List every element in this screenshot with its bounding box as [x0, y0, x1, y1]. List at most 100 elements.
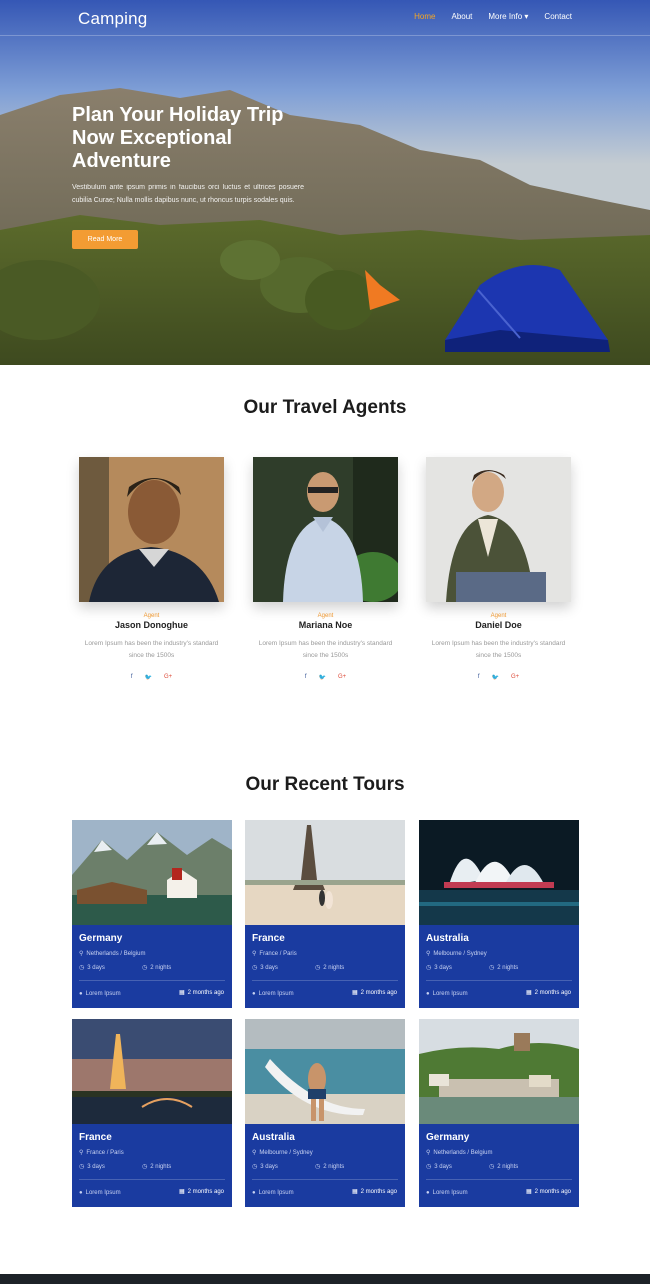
nav-more-info[interactable]: More Info ▾: [488, 12, 528, 21]
tour-nights: ◷ 2 nights: [315, 965, 345, 971]
map-marker-icon: ⚲: [79, 951, 84, 957]
tour-date: ▦ 2 months ago: [525, 1189, 571, 1195]
tour-author: ● Lorem Ipsum: [426, 991, 468, 997]
clock-icon: ◷: [426, 1164, 432, 1170]
tour-country: Germany: [79, 933, 123, 944]
google-plus-icon[interactable]: G+: [338, 674, 346, 681]
hero-banner: Camping Home About More Info ▾ Contact P…: [0, 0, 650, 365]
tour-author: ● Lorem Ipsum: [79, 1190, 121, 1196]
tour-card[interactable]: Australia ⚲ Melbourne / Sydney ◷ 3 days ◷ 2…: [419, 820, 579, 1008]
read-more-button[interactable]: Read More: [72, 230, 138, 249]
agent-photo: [253, 457, 398, 602]
tour-card[interactable]: France ⚲ France / Paris ◷ 3 days ◷ 2 nights…: [245, 820, 405, 1008]
agent-card: Agent Mariana Noe Lorem Ipsum has been t…: [253, 457, 398, 681]
tour-days: ◷ 3 days: [426, 1164, 452, 1170]
google-plus-icon[interactable]: G+: [164, 674, 172, 681]
tour-author: ● Lorem Ipsum: [426, 1190, 468, 1196]
tour-country: France: [79, 1132, 112, 1143]
clock-icon: ◷: [79, 1164, 85, 1170]
tour-country: Australia: [252, 1132, 295, 1143]
nav-about[interactable]: About: [451, 12, 472, 21]
tour-country: Germany: [426, 1132, 470, 1143]
agent-social-links: f 🐦 G+: [426, 674, 571, 681]
agent-name: Mariana Noe: [298, 620, 353, 630]
tour-image: [419, 1019, 579, 1124]
tour-card[interactable]: Germany ⚲ Netherlands / Belgium ◷ 3 days ◷…: [419, 1019, 579, 1207]
tour-location: ⚲ Melbourne / Sydney: [426, 951, 487, 957]
card-divider: [426, 980, 572, 981]
twitter-icon[interactable]: 🐦: [492, 674, 499, 681]
brand-logo[interactable]: Camping: [78, 9, 147, 29]
agent-bio: Lorem Ipsum has been the industry's stan…: [84, 640, 219, 659]
tour-image: [419, 820, 579, 925]
tour-location: ⚲ France / Paris: [79, 1150, 124, 1156]
tour-nights: ◷ 2 nights: [315, 1164, 345, 1170]
agent-card: Agent Jason Donoghue Lorem Ipsum has bee…: [79, 457, 224, 681]
tour-date: ▦ 2 months ago: [351, 1189, 397, 1195]
tour-country: France: [252, 933, 285, 944]
tour-card[interactable]: Australia ⚲ Melbourne / Sydney ◷ 3 days ◷ 2…: [245, 1019, 405, 1207]
clock-icon: ◷: [79, 965, 85, 971]
tour-days: ◷ 3 days: [79, 965, 105, 971]
agent-photo: [79, 457, 224, 602]
twitter-icon[interactable]: 🐦: [145, 674, 152, 681]
tour-card[interactable]: France ⚲ France / Paris ◷ 3 days ◷ 2 nights…: [72, 1019, 232, 1207]
clock-icon: ◷: [252, 965, 258, 971]
user-icon: ●: [79, 991, 83, 997]
agent-social-links: f 🐦 G+: [253, 674, 398, 681]
nav-contact[interactable]: Contact: [544, 12, 572, 21]
user-icon: ●: [252, 1190, 256, 1196]
tour-nights: ◷ 2 nights: [142, 1164, 172, 1170]
card-divider: [252, 980, 398, 981]
facebook-icon[interactable]: f: [305, 674, 307, 681]
clock-icon: ◷: [142, 965, 148, 971]
clock-icon: ◷: [426, 965, 432, 971]
calendar-icon: ▦: [351, 1189, 358, 1195]
hero-title: Plan Your Holiday Trip Now Exceptional A…: [72, 104, 284, 172]
twitter-icon[interactable]: 🐦: [319, 674, 326, 681]
user-icon: ●: [79, 1190, 83, 1196]
map-marker-icon: ⚲: [79, 1150, 84, 1156]
tour-image: [72, 1019, 232, 1124]
calendar-icon: ▦: [525, 990, 532, 996]
facebook-icon[interactable]: f: [478, 674, 480, 681]
agent-role: Agent: [143, 613, 160, 619]
main-menu: Home About More Info ▾ Contact: [414, 12, 572, 21]
clock-icon: ◷: [489, 1164, 495, 1170]
calendar-icon: ▦: [525, 1189, 532, 1195]
tour-image: [72, 820, 232, 925]
tour-days: ◷ 3 days: [252, 965, 278, 971]
tour-country: Australia: [426, 933, 469, 944]
agent-name: Jason Donoghue: [114, 620, 188, 630]
facebook-icon[interactable]: f: [131, 674, 133, 681]
google-plus-icon[interactable]: G+: [511, 674, 519, 681]
tour-author: ● Lorem Ipsum: [79, 991, 121, 997]
footer: [0, 1274, 650, 1284]
user-icon: ●: [426, 1190, 430, 1196]
hero-description: Vestibulum ante ipsum primis in faucibus…: [72, 184, 304, 204]
nav-home[interactable]: Home: [414, 12, 435, 21]
tour-author: ● Lorem Ipsum: [252, 991, 294, 997]
calendar-icon: ▦: [351, 990, 358, 996]
agent-social-links: f 🐦 G+: [79, 674, 224, 681]
tour-date: ▦ 2 months ago: [178, 990, 224, 996]
agent-photo: [426, 457, 571, 602]
tour-image: [245, 1019, 405, 1124]
agent-card: Agent Daniel Doe Lorem Ipsum has been th…: [426, 457, 571, 681]
card-divider: [79, 980, 225, 981]
clock-icon: ◷: [252, 1164, 258, 1170]
user-icon: ●: [252, 991, 256, 997]
agent-bio: Lorem Ipsum has been the industry's stan…: [431, 640, 566, 659]
clock-icon: ◷: [489, 965, 495, 971]
tour-location: ⚲ Netherlands / Belgium: [426, 1150, 493, 1156]
tour-author: ● Lorem Ipsum: [252, 1190, 294, 1196]
map-marker-icon: ⚲: [252, 951, 257, 957]
tour-days: ◷ 3 days: [79, 1164, 105, 1170]
card-divider: [79, 1179, 225, 1180]
tour-nights: ◷ 2 nights: [142, 965, 172, 971]
map-marker-icon: ⚲: [252, 1150, 257, 1156]
agent-role: Agent: [490, 613, 507, 619]
tour-card[interactable]: Germany ⚲ Netherlands / Belgium ◷ 3 days ◷…: [72, 820, 232, 1008]
tour-nights: ◷ 2 nights: [489, 965, 519, 971]
tour-date: ▦ 2 months ago: [178, 1189, 224, 1195]
